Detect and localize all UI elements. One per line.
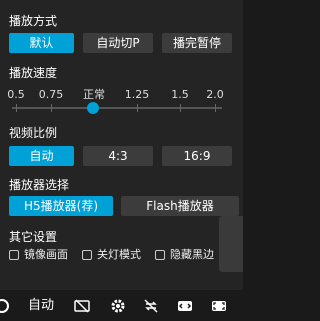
other-settings-title: 其它设置 — [9, 230, 58, 244]
play-mode-default-button[interactable]: 默认 — [9, 33, 74, 53]
hide-black-borders-checkbox[interactable]: 隐藏黑边 — [155, 248, 214, 261]
no-danmaku-icon[interactable] — [74, 298, 90, 314]
quality-selector[interactable]: 自动 — [28, 298, 54, 314]
checkbox-box — [155, 249, 165, 260]
speed-label-2.0[interactable]: 2.0 — [206, 88, 224, 101]
speed-tick — [137, 104, 138, 112]
checkbox-box — [9, 249, 19, 260]
speed-title: 播放速度 — [9, 66, 58, 80]
play-mode-pause-after-button[interactable]: 播完暂停 — [162, 33, 232, 53]
lights-off-label: 关灯模式 — [97, 248, 141, 261]
play-mode-auto-next-button[interactable]: 自动切P — [83, 33, 153, 53]
ratio-16-9-button[interactable]: 16:9 — [162, 146, 232, 166]
speed-slider-track[interactable] — [12, 107, 222, 109]
speed-tick — [180, 104, 181, 112]
fullscreen-icon[interactable] — [211, 298, 227, 314]
speed-label-normal[interactable]: 正常 — [83, 88, 105, 101]
speed-tick — [215, 104, 216, 112]
settings-panel: 播放方式 默认 自动切P 播完暂停 播放速度 0.5 0.75 正常 1.25 … — [0, 0, 243, 290]
ratio-auto-button[interactable]: 自动 — [9, 146, 74, 166]
player-flash-button[interactable]: Flash播放器 — [121, 196, 239, 216]
player-h5-button[interactable]: H5播放器(荐) — [9, 196, 113, 216]
danmaku-icon[interactable] — [0, 298, 10, 314]
speed-label-1.5[interactable]: 1.5 — [171, 88, 189, 101]
speed-label-0.75[interactable]: 0.75 — [39, 88, 64, 101]
speed-label-1.25[interactable]: 1.25 — [125, 88, 150, 101]
speed-slider-thumb[interactable] — [87, 102, 99, 114]
checkbox-box — [82, 249, 92, 260]
widescreen-icon[interactable] — [177, 298, 193, 314]
mirror-checkbox[interactable]: 镜像画面 — [9, 248, 68, 261]
loop-off-icon[interactable] — [143, 298, 159, 314]
speed-tick — [51, 104, 52, 112]
player-title: 播放器选择 — [9, 178, 70, 192]
mirror-label: 镜像画面 — [24, 248, 68, 261]
hide-black-borders-label: 隐藏黑边 — [170, 248, 214, 261]
gear-icon[interactable] — [110, 298, 126, 314]
control-bar: 自动 — [0, 290, 243, 321]
speed-label-0.5[interactable]: 0.5 — [7, 88, 25, 101]
tv-icon-background — [219, 216, 243, 272]
lights-off-checkbox[interactable]: 关灯模式 — [82, 248, 141, 261]
speed-tick — [16, 104, 17, 112]
ratio-title: 视频比例 — [9, 126, 58, 140]
play-mode-title: 播放方式 — [9, 14, 58, 28]
ratio-4-3-button[interactable]: 4:3 — [83, 146, 153, 166]
